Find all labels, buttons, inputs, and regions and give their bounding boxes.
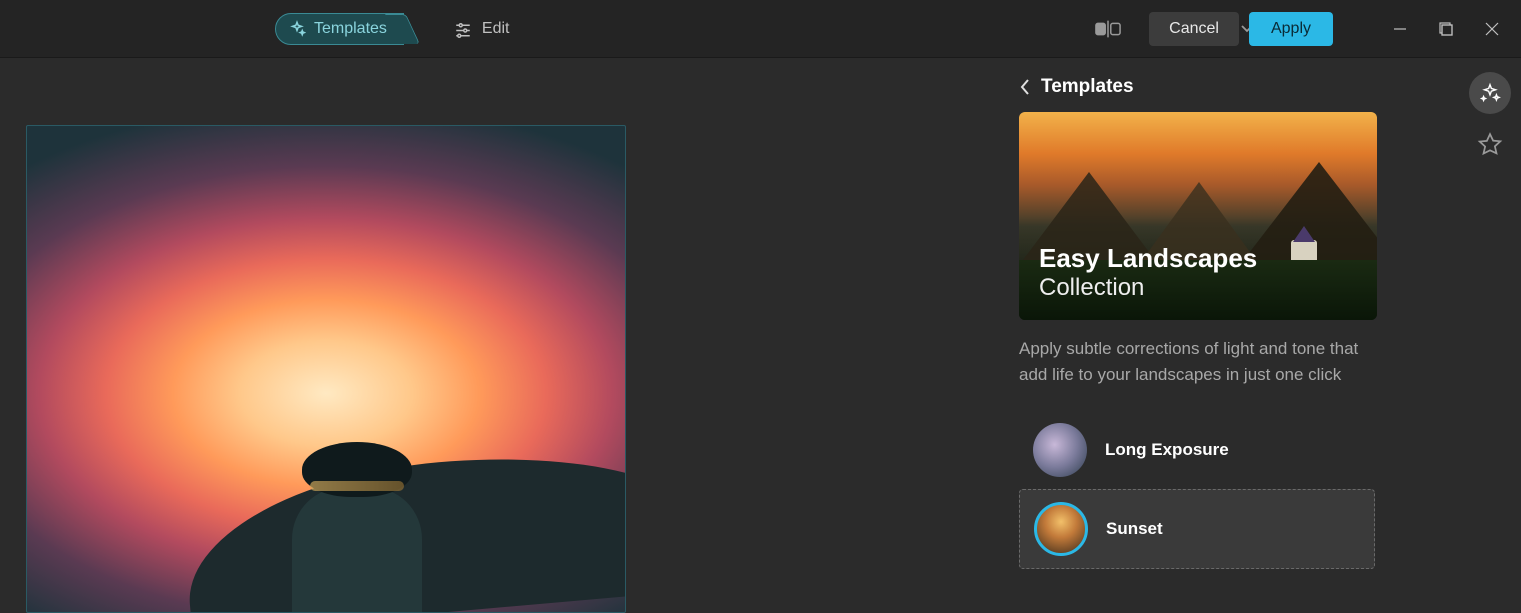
preset-long-exposure[interactable]: Long Exposure (1019, 411, 1375, 489)
window-controls (1393, 22, 1501, 36)
collection-subtitle: Collection (1039, 274, 1257, 302)
maximize-button[interactable] (1439, 22, 1455, 36)
collection-title: Easy Landscapes (1039, 243, 1257, 274)
magic-enhance-button[interactable] (1469, 72, 1511, 114)
main-area: Templates Easy Landscapes Collection App… (0, 58, 1521, 613)
cancel-button[interactable]: Cancel (1149, 12, 1239, 46)
tab-edit-label: Edit (482, 20, 510, 38)
preset-thumb-icon (1033, 423, 1087, 477)
collection-card[interactable]: Easy Landscapes Collection (1019, 112, 1377, 320)
panel-back-button[interactable]: Templates (1019, 76, 1443, 98)
templates-panel: Templates Easy Landscapes Collection App… (1003, 58, 1459, 613)
preset-sunset[interactable]: Sunset (1019, 489, 1375, 569)
compare-split-button[interactable] (1095, 20, 1121, 38)
preset-list: Long Exposure Sunset (1019, 411, 1443, 569)
preset-label: Sunset (1106, 519, 1163, 539)
right-rail (1459, 58, 1521, 613)
mode-tabs: Templates Edit (275, 13, 520, 45)
chevron-left-icon (1019, 78, 1031, 96)
canvas-area[interactable] (0, 58, 1003, 613)
close-button[interactable] (1485, 22, 1501, 36)
preset-label: Long Exposure (1105, 440, 1229, 460)
favorite-button[interactable] (1477, 132, 1503, 158)
sparkle-icon (288, 20, 306, 38)
preview-person-shape (277, 442, 437, 612)
action-buttons: Cancel Apply (1149, 12, 1501, 46)
sliders-icon (454, 20, 472, 38)
panel-title: Templates (1041, 76, 1134, 98)
collection-description: Apply subtle corrections of light and to… (1019, 336, 1359, 389)
tab-templates[interactable]: Templates (275, 13, 404, 45)
top-toolbar: Templates Edit (0, 0, 1521, 58)
tab-templates-label: Templates (314, 20, 387, 38)
preset-thumb-icon (1034, 502, 1088, 556)
tab-edit[interactable]: Edit (444, 14, 520, 44)
image-preview[interactable] (26, 125, 626, 613)
apply-button[interactable]: Apply (1249, 12, 1333, 46)
minimize-button[interactable] (1393, 22, 1409, 36)
